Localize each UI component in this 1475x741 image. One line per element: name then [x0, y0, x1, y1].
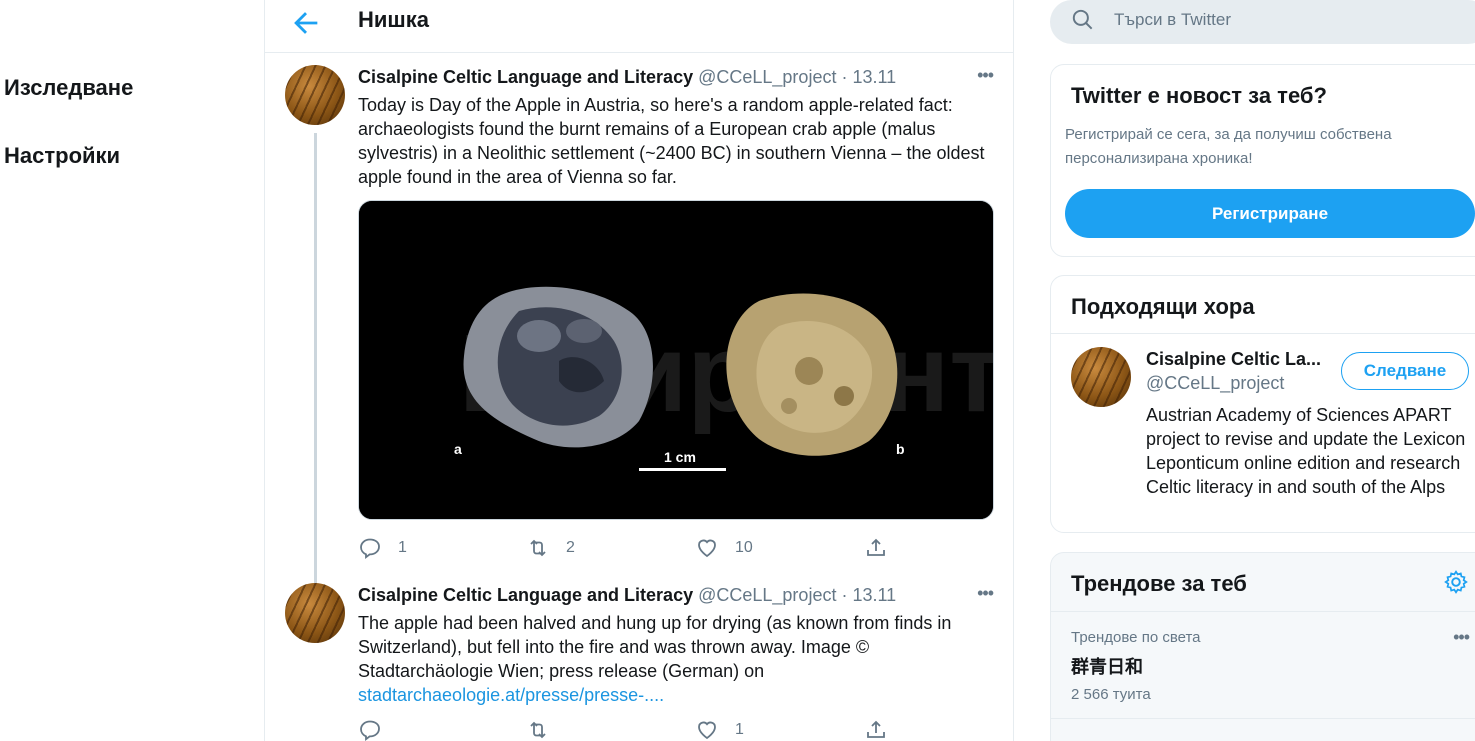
- author-name[interactable]: Cisalpine Celtic Language and Literacy: [358, 67, 693, 87]
- trend-name[interactable]: 群青日和: [1071, 653, 1143, 679]
- share-icon: [867, 720, 885, 738]
- nav-item-settings[interactable]: Настройки: [4, 143, 120, 169]
- tweet-actions: 1: [358, 718, 898, 741]
- recommended-user-bio: Austrian Academy of Sciences APART proje…: [1146, 405, 1466, 497]
- tweet-text-body: The apple had been halved and hung up fo…: [358, 613, 952, 681]
- avatar[interactable]: [285, 65, 345, 125]
- reply-button[interactable]: 1: [358, 536, 407, 560]
- retweet-icon: [530, 721, 546, 739]
- retweet-button[interactable]: 2: [526, 536, 575, 560]
- tweet-text: Today is Day of the Apple in Austria, so…: [358, 95, 985, 187]
- author-name[interactable]: Cisalpine Celtic Language and Literacy: [358, 585, 693, 605]
- heart-icon: [698, 539, 716, 558]
- figure-label-a: a: [454, 441, 462, 457]
- like-count: 10: [735, 539, 753, 556]
- trend-more-icon[interactable]: •••: [1453, 627, 1470, 648]
- gear-icon[interactable]: [1443, 569, 1469, 595]
- follow-button[interactable]: Следване: [1341, 352, 1469, 390]
- signup-title: Twitter е новост за теб?: [1071, 83, 1327, 108]
- reply-count: 1: [398, 539, 407, 556]
- author-handle[interactable]: @CCeLL_project: [698, 67, 836, 87]
- recommended-user-name[interactable]: Cisalpine Celtic La...: [1146, 349, 1321, 370]
- scale-bar: [639, 468, 726, 471]
- signup-button[interactable]: Регистриране: [1065, 189, 1475, 238]
- thread-column: Нишка Cisalpine Celtic Language and Lite…: [264, 0, 1014, 741]
- page-title: Нишка: [358, 7, 429, 32]
- right-sidebar: Търси в Twitter Twitter е новост за теб?…: [1050, 0, 1475, 741]
- more-options-icon[interactable]: •••: [977, 583, 994, 604]
- trend-context: Трендове по света: [1071, 629, 1201, 646]
- share-button[interactable]: [864, 718, 904, 741]
- divider: [1051, 718, 1475, 719]
- avatar[interactable]: [285, 583, 345, 643]
- retweet-icon: [530, 539, 546, 557]
- divider: [1051, 333, 1475, 334]
- tweet-actions: 1 2 10: [358, 536, 898, 560]
- like-button[interactable]: 10: [695, 536, 753, 560]
- reply-icon: [360, 538, 380, 560]
- signup-subtitle: Регистрирай се сега, за да получиш собст…: [1065, 126, 1392, 167]
- separator: ·: [841, 585, 853, 605]
- tweet-date[interactable]: 13.11: [852, 67, 896, 87]
- divider: [1051, 611, 1475, 612]
- share-button[interactable]: [864, 536, 904, 560]
- trend-count: 2 566 туита: [1071, 686, 1151, 703]
- scale-label: 1 cm: [664, 449, 696, 465]
- heart-icon: [698, 721, 716, 740]
- apple-photo: Вмирдент a b 1 cm: [359, 201, 993, 519]
- thread-connector: [314, 133, 317, 583]
- figure-label-b: b: [896, 441, 905, 457]
- reply-icon: [360, 720, 380, 741]
- thread-header: Нишка: [265, 0, 1013, 53]
- reply-button[interactable]: [358, 718, 398, 741]
- left-nav: Изследване Настройки: [0, 0, 264, 741]
- search-input[interactable]: Търси в Twitter: [1114, 10, 1231, 30]
- recommended-user-handle[interactable]: @CCeLL_project: [1146, 373, 1284, 394]
- tweet-image[interactable]: Вмирдент a b 1 cm: [358, 200, 994, 520]
- who-to-follow-title: Подходящи хора: [1071, 294, 1255, 319]
- nav-item-explore[interactable]: Изследване: [4, 75, 133, 101]
- retweet-button[interactable]: [526, 718, 566, 741]
- tweet-date[interactable]: 13.11: [852, 585, 896, 605]
- who-to-follow-card: Подходящи хора Cisalpine Celtic La... @C…: [1050, 275, 1475, 533]
- like-button[interactable]: 1: [695, 718, 744, 741]
- tweet-text: The apple had been halved and hung up fo…: [358, 611, 998, 707]
- tweet-header: Cisalpine Celtic Language and Literacy @…: [358, 67, 896, 88]
- tweet-link[interactable]: stadtarchaeologie.at/presse/presse-....: [358, 685, 664, 705]
- signup-card: Twitter е новост за теб? Регистрирай се …: [1050, 64, 1475, 257]
- trends-title: Трендове за теб: [1071, 571, 1247, 596]
- trends-card: Трендове за теб Трендове по света ••• 群青…: [1050, 552, 1475, 741]
- search-icon: [1072, 9, 1093, 30]
- back-arrow-icon[interactable]: [289, 6, 323, 40]
- retweet-count: 2: [566, 539, 575, 556]
- search-box[interactable]: Търси в Twitter: [1050, 0, 1475, 44]
- author-handle[interactable]: @CCeLL_project: [698, 585, 836, 605]
- separator: ·: [841, 67, 853, 87]
- share-icon: [867, 538, 885, 556]
- avatar[interactable]: [1071, 347, 1131, 407]
- like-count: 1: [735, 721, 744, 738]
- more-options-icon[interactable]: •••: [977, 65, 994, 86]
- tweet-header: Cisalpine Celtic Language and Literacy @…: [358, 585, 896, 606]
